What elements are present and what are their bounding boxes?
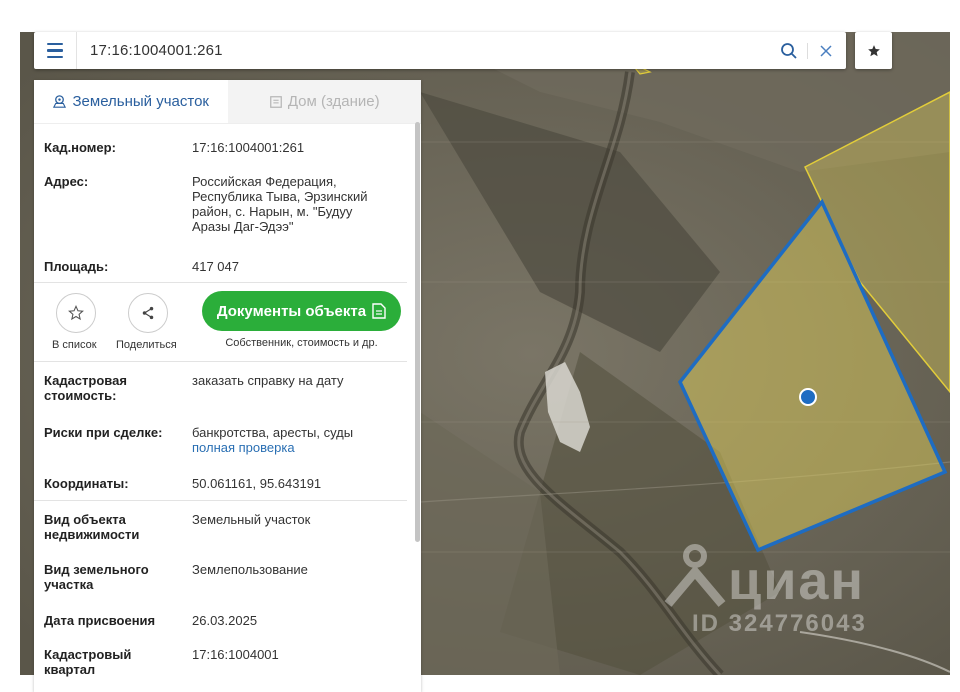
divider xyxy=(34,500,407,501)
cian-logo-icon xyxy=(664,544,726,607)
parcel-center-marker[interactable] xyxy=(799,388,817,406)
address-value: Российская Федерация, Республика Тыва, Э… xyxy=(192,174,368,234)
add-to-list-button[interactable] xyxy=(56,293,96,333)
object-type-value: Земельный участок xyxy=(192,512,311,527)
assign-date-value: 26.03.2025 xyxy=(192,613,258,628)
document-icon xyxy=(372,303,386,319)
cad-cost-row: Кадастровая стоимость: заказать справку … xyxy=(34,373,421,403)
share-label: Поделиться xyxy=(116,339,177,351)
object-documents-label: Документы объекта xyxy=(216,302,367,320)
menu-button[interactable] xyxy=(34,32,77,69)
divider xyxy=(34,361,407,362)
add-to-list-label: В список xyxy=(52,339,97,351)
risks-value: банкротства, аресты, суды xyxy=(192,425,354,440)
area-label: Площадь: xyxy=(44,259,109,274)
cad-quarter-value: 17:16:1004001 xyxy=(192,647,279,662)
clear-search-button[interactable] xyxy=(814,39,838,63)
search-icon xyxy=(781,42,797,59)
close-icon xyxy=(820,44,832,57)
coordinates-label: Координаты: xyxy=(44,476,129,491)
land-type-row: Вид земельного участка Землепользование xyxy=(34,562,421,592)
object-type-row: Вид объекта недвижимости Земельный участ… xyxy=(34,512,421,542)
coordinates-value: 50.061161, 95.643191 xyxy=(192,476,322,491)
info-panel: Земельный участок Дом (здание) Кад.номер… xyxy=(34,80,421,692)
address-row: Адрес: Российская Федерация, Республика … xyxy=(34,174,421,234)
object-documents-button[interactable]: Документы объекта xyxy=(202,291,401,331)
object-type-label: Вид объекта недвижимости xyxy=(44,512,140,542)
land-type-value: Землепользование xyxy=(192,562,308,577)
search-input[interactable]: 17:16:1004001:261 xyxy=(77,42,777,59)
land-plot-icon xyxy=(52,94,67,109)
area-row: Площадь: 417 047 xyxy=(34,259,421,274)
coordinates-row: Координаты: 50.061161, 95.643191 xyxy=(34,476,421,491)
search-button[interactable] xyxy=(777,39,801,63)
tabs: Земельный участок Дом (здание) xyxy=(34,80,421,124)
area-value: 417 047 xyxy=(192,259,239,274)
divider xyxy=(34,282,407,283)
cad-number-row: Кад.номер: 17:16:1004001:261 xyxy=(34,140,421,155)
panel-scrollbar[interactable] xyxy=(415,122,420,542)
building-icon xyxy=(269,95,283,109)
risks-row: Риски при сделке: банкротства, аресты, с… xyxy=(34,425,421,455)
cad-cost-label: Кадастровая стоимость: xyxy=(44,373,127,403)
assign-date-label: Дата присвоения xyxy=(44,613,156,628)
cad-number-label: Кад.номер: xyxy=(44,140,116,155)
object-documents-subtitle: Собственник, стоимость и др. xyxy=(225,337,378,349)
tab-land-plot-label: Земельный участок xyxy=(72,93,209,110)
share-button[interactable] xyxy=(128,293,168,333)
tab-building-label: Дом (здание) xyxy=(287,93,380,110)
cad-number-link[interactable]: 17:16:1004001:261 xyxy=(192,140,392,155)
assign-date-row: Дата присвоения 26.03.2025 xyxy=(34,613,421,628)
tab-building[interactable]: Дом (здание) xyxy=(227,80,421,123)
bookmark-button[interactable] xyxy=(855,32,892,69)
order-certificate-link[interactable]: заказать справку на дату xyxy=(192,373,392,403)
hamburger-icon xyxy=(47,41,63,61)
risks-label: Риски при сделке: xyxy=(44,425,163,440)
tab-land-plot[interactable]: Земельный участок xyxy=(34,80,228,123)
watermark-brand: циан xyxy=(728,551,866,611)
star-outline-icon xyxy=(68,305,84,321)
full-check-link[interactable]: полная проверка xyxy=(192,440,392,455)
star-icon xyxy=(867,44,880,56)
cad-quarter-label: Кадастровый квартал xyxy=(44,647,132,677)
separator xyxy=(807,42,808,59)
share-icon xyxy=(142,306,154,320)
land-type-label: Вид земельного участка xyxy=(44,562,149,592)
cad-quarter-row: Кадастровый квартал 17:16:1004001 xyxy=(34,647,421,677)
search-bar: 17:16:1004001:261 xyxy=(34,32,846,69)
watermark-id: ID 324776043 xyxy=(692,610,867,637)
address-label: Адрес: xyxy=(44,174,89,189)
